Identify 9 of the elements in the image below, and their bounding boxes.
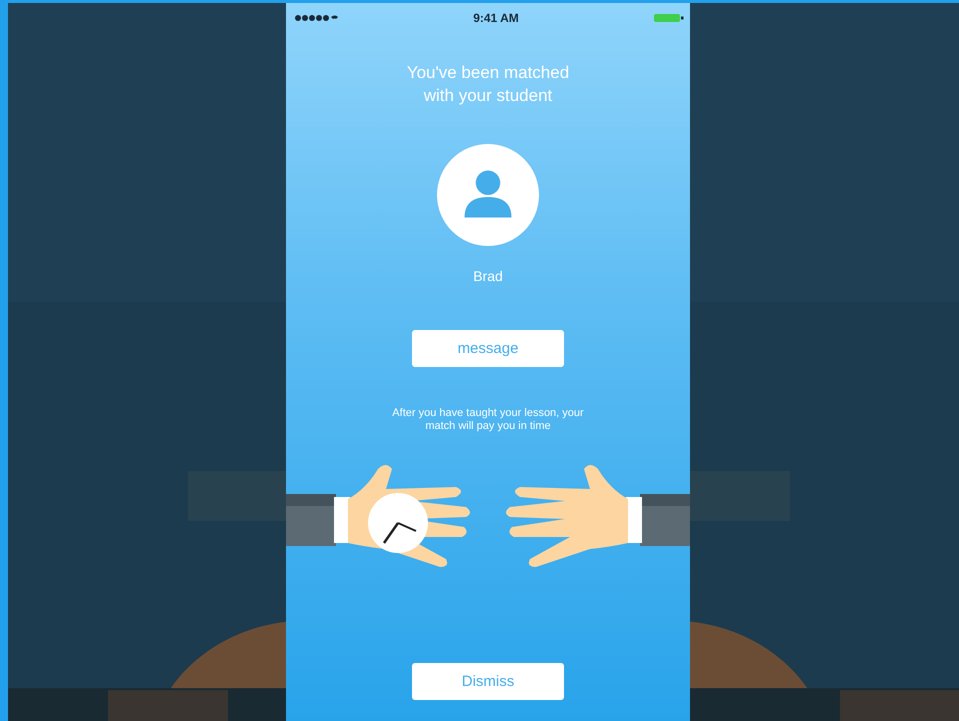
student-name: Brad bbox=[473, 268, 503, 284]
payment-note: After you have taught your lesson, your match will pay you in time bbox=[391, 407, 585, 433]
dismiss-button[interactable]: Dismiss bbox=[412, 663, 564, 700]
message-button[interactable]: message bbox=[412, 330, 564, 367]
status-time: 9:41 AM bbox=[473, 11, 519, 25]
battery-icon bbox=[654, 13, 684, 23]
avatar-icon bbox=[437, 144, 539, 246]
match-heading: You've been matched with your student bbox=[406, 62, 570, 107]
signal-icon bbox=[294, 14, 338, 22]
